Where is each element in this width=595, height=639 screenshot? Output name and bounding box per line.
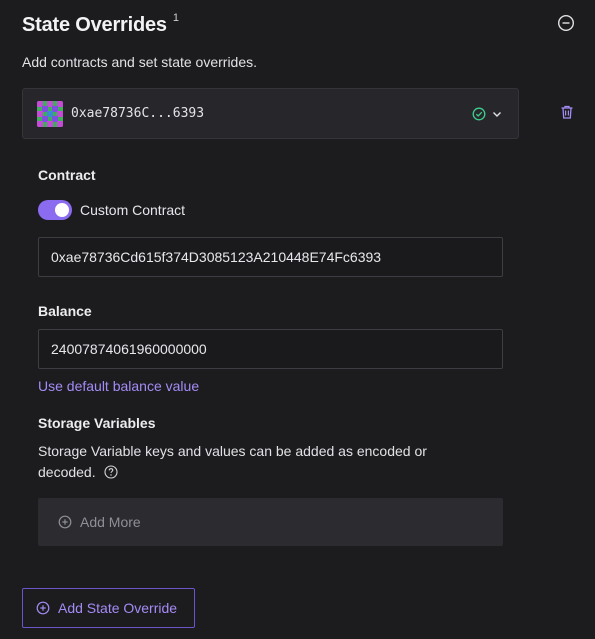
custom-contract-label: Custom Contract bbox=[80, 202, 186, 218]
contract-label: Contract bbox=[38, 167, 96, 183]
plus-circle-icon bbox=[58, 515, 72, 529]
contract-address-input[interactable] bbox=[38, 237, 503, 277]
question-circle-icon[interactable] bbox=[103, 465, 118, 479]
add-state-override-button[interactable]: Add State Override bbox=[22, 588, 195, 628]
override-count: 1 bbox=[172, 12, 179, 24]
use-default-balance-link[interactable]: Use default balance value bbox=[38, 378, 199, 394]
custom-contract-toggle-row: Custom Contract bbox=[38, 200, 185, 220]
contract-select[interactable]: 0xae78736C...6393 bbox=[22, 88, 519, 139]
add-more-button[interactable]: Add More bbox=[38, 498, 503, 546]
storage-variables-label: Storage Variables bbox=[38, 415, 156, 431]
balance-label: Balance bbox=[38, 303, 92, 319]
minus-circle-icon[interactable] bbox=[557, 14, 575, 32]
contract-address-short: 0xae78736C...6393 bbox=[71, 106, 205, 121]
storage-variables-description: Storage Variable keys and values can be … bbox=[38, 441, 478, 483]
chevron-down-icon[interactable] bbox=[490, 107, 504, 121]
select-icons bbox=[472, 107, 504, 121]
panel-subtitle: Add contracts and set state overrides. bbox=[22, 54, 258, 70]
balance-input[interactable] bbox=[38, 329, 503, 369]
page-title: State Overrides 1 bbox=[22, 12, 179, 36]
custom-contract-toggle[interactable] bbox=[38, 200, 72, 220]
state-overrides-panel: State Overrides 1 Add contracts and set s… bbox=[0, 0, 595, 639]
header: State Overrides 1 bbox=[22, 12, 575, 42]
check-circle-icon bbox=[472, 107, 486, 120]
add-state-override-label: Add State Override bbox=[58, 600, 178, 616]
plus-circle-icon bbox=[36, 601, 50, 615]
storage-description-text: Storage Variable keys and values can be … bbox=[38, 443, 427, 480]
trash-icon[interactable] bbox=[559, 104, 575, 120]
contract-avatar bbox=[37, 100, 63, 127]
add-more-label: Add More bbox=[80, 514, 141, 530]
toggle-knob bbox=[55, 203, 69, 217]
